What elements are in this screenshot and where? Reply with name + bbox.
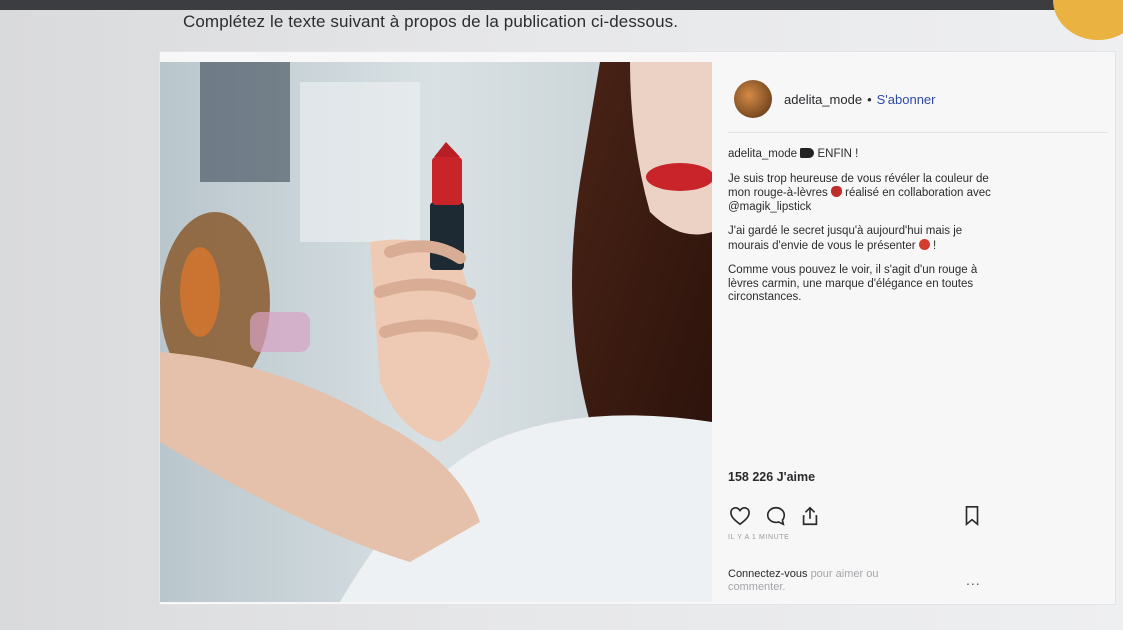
share-upload-icon[interactable] (798, 504, 822, 528)
post-photo (160, 62, 712, 602)
heart-emoji-icon (918, 238, 930, 250)
separator-dot: • (867, 91, 872, 107)
instagram-post: adelita_mode • S'abonner adelita_mode EN… (160, 52, 1115, 604)
login-prompt: Connectez-vous pour aimer ou commenter. (728, 568, 918, 594)
caption-username[interactable]: adelita_mode (728, 148, 797, 160)
post-sidebar: adelita_mode • S'abonner adelita_mode EN… (728, 52, 1108, 604)
more-options-icon[interactable]: ... (966, 572, 981, 588)
lipstick-icon (830, 186, 842, 197)
caption-para2-after: ! (932, 239, 937, 252)
avatar[interactable] (734, 80, 772, 118)
likes-count[interactable]: 158 226 J'aime (728, 470, 815, 484)
comment-bubble-icon[interactable] (764, 504, 788, 528)
post-header: adelita_mode • S'abonner (728, 78, 1108, 120)
bookmark-icon[interactable] (960, 504, 984, 528)
caption-para3: Comme vous pouvez le voir, il s'agit d'u… (728, 264, 978, 303)
top-bezel (0, 0, 1123, 10)
username-link[interactable]: adelita_mode (784, 92, 862, 107)
header-divider (728, 132, 1108, 133)
caption-headline: ENFIN ! (817, 148, 859, 160)
post-timestamp: IL Y A 1 MINUTE (728, 534, 790, 541)
lipstick-photo (160, 62, 712, 602)
pointing-hand-icon (800, 148, 815, 158)
follow-button[interactable]: S'abonner (877, 92, 936, 107)
action-bar (728, 504, 1108, 528)
heart-outline-icon[interactable] (728, 504, 752, 528)
instruction-text: Complétez le texte suivant à propos de l… (183, 12, 679, 31)
login-link[interactable]: Connectez-vous (728, 568, 808, 580)
caption: adelita_mode ENFIN ! Je suis trop heureu… (728, 148, 998, 316)
